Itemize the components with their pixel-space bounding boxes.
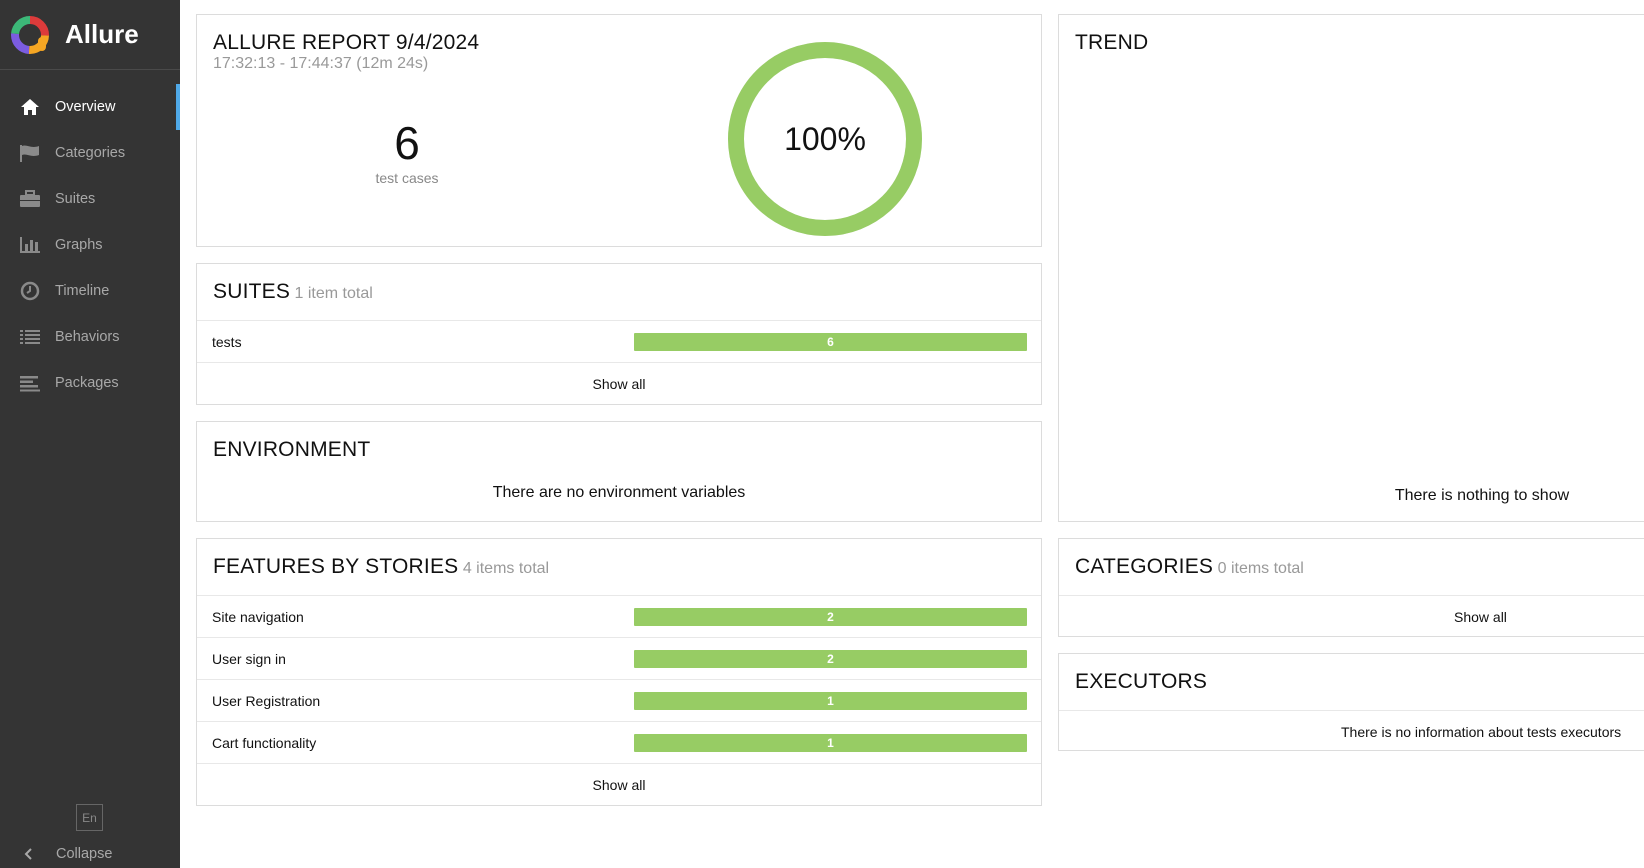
suites-header: SUITES 1 item total — [197, 264, 1041, 320]
executors-header: EXECUTORS — [1059, 654, 1644, 710]
features-header: FEATURES BY STORIES 4 items total — [197, 539, 1041, 595]
report-time-range: 17:32:13 - 17:44:37 (12m 24s) — [213, 55, 429, 72]
briefcase-icon — [18, 187, 42, 211]
brand[interactable]: Allure — [0, 0, 180, 70]
suites-show-all-button[interactable]: Show all — [197, 362, 1041, 404]
features-title: FEATURES BY STORIES — [213, 555, 459, 578]
test-count-label: test cases — [375, 170, 439, 186]
app-name: Allure — [65, 19, 139, 49]
status-bar: 1 — [634, 692, 1027, 710]
status-bar: 1 — [634, 734, 1027, 752]
table-row[interactable]: User Registration 1 — [197, 679, 1041, 721]
environment-header: ENVIRONMENT — [197, 422, 1041, 478]
feature-name: User Registration — [212, 692, 321, 709]
sidebar-nav: Overview Categories Suites Graphs Timeli… — [0, 84, 180, 406]
feature-name: Site navigation — [212, 608, 304, 625]
executors-widget: EXECUTORS There is no information about … — [1058, 653, 1644, 751]
sidebar-item-label: Packages — [55, 375, 119, 391]
collapse-label: Collapse — [56, 846, 113, 862]
test-count-number: 6 — [394, 117, 420, 169]
test-count: 6 test cases — [367, 120, 447, 186]
sidebar-item-overview[interactable]: Overview — [0, 84, 180, 130]
bar-chart-icon — [18, 233, 42, 257]
sidebar-item-label: Behaviors — [55, 329, 120, 345]
trend-header: TREND — [1059, 15, 1644, 71]
feature-name: Cart functionality — [212, 734, 317, 751]
environment-widget: ENVIRONMENT There are no environment var… — [196, 421, 1042, 522]
trend-empty-message: There is nothing to show — [1394, 487, 1570, 504]
flag-icon — [18, 141, 42, 165]
clock-icon — [18, 279, 42, 303]
sidebar-item-label: Overview — [55, 99, 116, 115]
summary-widget: ALLURE REPORT 9/4/2024 17:32:13 - 17:44:… — [196, 14, 1042, 247]
environment-title: ENVIRONMENT — [213, 438, 371, 461]
home-icon — [18, 95, 42, 119]
chevron-left-icon — [24, 848, 32, 860]
feature-name: User sign in — [212, 650, 286, 667]
table-row[interactable]: Site navigation 2 — [197, 595, 1041, 637]
environment-empty-message: There are no environment variables — [492, 484, 746, 501]
suites-subtitle: 1 item total — [294, 285, 373, 302]
categories-header: CATEGORIES 0 items total — [1059, 539, 1644, 595]
table-row[interactable]: Cart functionality 1 — [197, 721, 1041, 763]
sidebar: Allure Overview Categories Suites Graphs — [0, 0, 180, 868]
executors-title: EXECUTORS — [1075, 670, 1208, 693]
categories-subtitle: 0 items total — [1217, 560, 1304, 577]
table-row[interactable]: User sign in 2 — [197, 637, 1041, 679]
collapse-button[interactable]: Collapse — [0, 840, 180, 868]
features-subtitle: 4 items total — [462, 560, 550, 577]
features-widget: FEATURES BY STORIES 4 items total Site n… — [196, 538, 1042, 806]
table-row[interactable]: tests 6 — [197, 320, 1041, 362]
allure-logo-icon — [11, 15, 49, 54]
status-bar: 6 — [634, 333, 1027, 351]
suite-name: tests — [212, 333, 242, 350]
pass-rate-percent: 100% — [784, 120, 866, 157]
sidebar-item-timeline[interactable]: Timeline — [0, 268, 180, 314]
sidebar-item-label: Graphs — [55, 237, 103, 253]
categories-widget: CATEGORIES 0 items total Show all — [1058, 538, 1644, 637]
language-button[interactable]: En — [76, 804, 103, 831]
features-show-all-button[interactable]: Show all — [197, 763, 1041, 805]
list-icon — [18, 325, 42, 349]
sidebar-item-label: Suites — [55, 191, 96, 207]
trend-title: TREND — [1075, 31, 1149, 54]
sidebar-item-packages[interactable]: Packages — [0, 360, 180, 406]
status-bar: 2 — [634, 650, 1027, 668]
suites-title: SUITES — [213, 280, 291, 303]
categories-title: CATEGORIES — [1075, 555, 1214, 578]
align-left-icon — [18, 371, 42, 395]
sidebar-item-graphs[interactable]: Graphs — [0, 222, 180, 268]
sidebar-item-behaviors[interactable]: Behaviors — [0, 314, 180, 360]
sidebar-item-label: Timeline — [55, 283, 110, 299]
sidebar-item-categories[interactable]: Categories — [0, 130, 180, 176]
categories-show-all-button[interactable]: Show all — [1059, 595, 1644, 637]
sidebar-item-suites[interactable]: Suites — [0, 176, 180, 222]
executors-empty-message: There is no information about tests exec… — [1059, 710, 1644, 752]
status-bar: 2 — [634, 608, 1027, 626]
sidebar-item-label: Categories — [55, 145, 126, 161]
trend-widget: TREND There is nothing to show — [1058, 14, 1644, 522]
report-title: ALLURE REPORT 9/4/2024 — [213, 31, 480, 54]
suites-widget: SUITES 1 item total tests 6 Show all — [196, 263, 1042, 405]
